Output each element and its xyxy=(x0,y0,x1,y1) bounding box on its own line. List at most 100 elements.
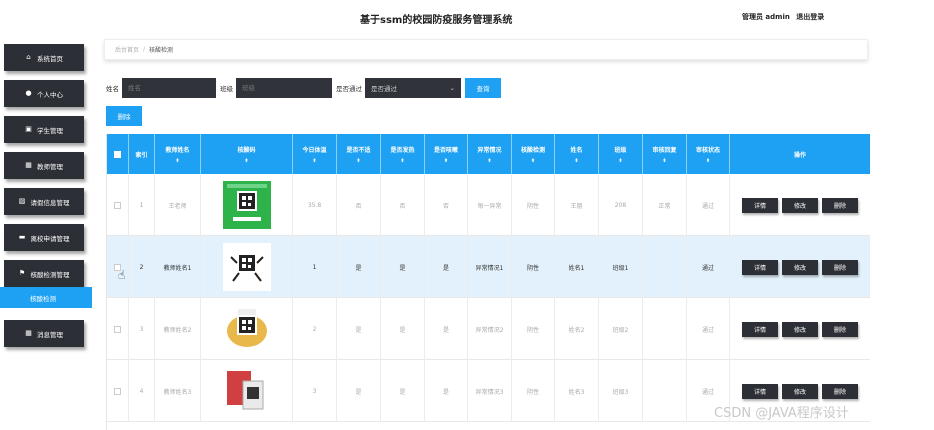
row-checkbox[interactable] xyxy=(114,325,121,333)
cell-test: 阴性 xyxy=(512,236,555,298)
sidebar-item-nucleic[interactable]: ⚑ 核酸检测管理 xyxy=(4,260,84,287)
cell-fever: 是 xyxy=(381,298,425,360)
breadcrumb: 后台首页 / 核酸检测 xyxy=(104,39,868,60)
actions-cell: 详情 修改 删除 xyxy=(730,298,870,360)
cell-discomfort: 是 xyxy=(337,298,381,360)
column-header-label: 教师姓名 xyxy=(165,146,190,154)
edit-button[interactable]: 修改 xyxy=(782,259,818,275)
detail-button[interactable]: 详情 xyxy=(742,321,778,337)
sort-icon[interactable]: ⬍ xyxy=(531,158,535,164)
qr-code-image[interactable] xyxy=(222,181,271,229)
sidebar-item-profile[interactable]: ● 个人中心 xyxy=(4,80,84,107)
chevron-down-icon: ⌄ xyxy=(449,84,455,92)
sidebar-item-messages[interactable]: ▦ 消息管理 xyxy=(4,320,84,347)
admin-label: 管理员 admin xyxy=(742,13,790,21)
select-all-checkbox[interactable] xyxy=(114,150,121,158)
delete-row-button[interactable]: 删除 xyxy=(822,259,858,275)
user-icon: ● xyxy=(25,89,32,97)
sidebar-item-label: 核酸检测管理 xyxy=(30,270,70,279)
delete-row-button[interactable]: 删除 xyxy=(822,383,858,399)
cell-temp: 3 xyxy=(293,360,337,422)
column-header[interactable]: 是否不适 ⬍ xyxy=(337,134,381,174)
briefcase-icon: ▨ xyxy=(18,197,26,205)
cell-discomfort: 是 xyxy=(337,360,381,422)
sidebar-item-students[interactable]: ▣ 学生管理 xyxy=(4,116,84,143)
column-header-label: 姓名 xyxy=(570,146,583,154)
name-label: 姓名 xyxy=(106,85,119,93)
cell-abnormal: 每一异常 xyxy=(468,174,512,236)
sidebar-item-teachers[interactable]: ▦ 教师管理 xyxy=(4,152,84,179)
logout-link[interactable]: 退出登录 xyxy=(796,13,824,21)
column-header[interactable]: 今日体温 ⬍ xyxy=(293,134,337,174)
qr-code-cell xyxy=(201,174,293,236)
sidebar-item-label: 个人中心 xyxy=(37,90,63,99)
sort-icon[interactable]: ⬍ xyxy=(444,158,448,164)
column-header[interactable]: 核酸检测 ⬍ xyxy=(512,134,555,174)
delete-button[interactable]: 删除 xyxy=(106,106,142,126)
sort-icon[interactable]: ⬍ xyxy=(400,158,404,164)
sort-icon[interactable]: ⬍ xyxy=(175,158,179,164)
column-header-label: 审核状态 xyxy=(695,146,720,154)
qr-code-image[interactable] xyxy=(222,243,271,291)
sort-icon[interactable]: ⬍ xyxy=(574,158,578,164)
detail-button[interactable]: 详情 xyxy=(742,197,778,213)
column-header[interactable]: 异常情况 ⬍ xyxy=(468,134,512,174)
qr-code-image[interactable] xyxy=(222,305,271,353)
pass-select[interactable]: 是否通过 ⌄ xyxy=(365,78,461,98)
sidebar-item-home[interactable]: ⌂ 系统首页 xyxy=(4,44,84,71)
sidebar-item-leave[interactable]: ▨ 请假信息管理 xyxy=(4,188,84,215)
qr-code-image[interactable] xyxy=(222,367,271,415)
admin-info: 管理员 admin 退出登录 xyxy=(742,12,828,22)
breadcrumb-current: 核酸检测 xyxy=(149,47,174,54)
column-header[interactable]: 教师姓名 ⬍ xyxy=(155,134,201,174)
sidebar-item-label: 系统首页 xyxy=(37,54,63,63)
sidebar-item-label: 学生管理 xyxy=(37,126,63,135)
column-header[interactable]: 姓名 ⬍ xyxy=(555,134,599,174)
column-header[interactable]: 审核状态 ⬍ xyxy=(687,134,730,174)
cell-abnormal: 异常情况1 xyxy=(468,236,512,298)
row-select-cell xyxy=(107,360,129,422)
detail-button[interactable]: 详情 xyxy=(742,259,778,275)
cell-fever: 是 xyxy=(381,360,425,422)
cell-temp: 35.8 xyxy=(293,174,337,236)
sort-icon[interactable]: ⬍ xyxy=(662,158,666,164)
cell-class: 班级3 xyxy=(599,360,643,422)
class-input[interactable] xyxy=(236,78,332,98)
sort-icon[interactable]: ⬍ xyxy=(706,158,710,164)
cell-fever: 否 xyxy=(381,174,425,236)
sidebar-subitem-nucleic-test[interactable]: 核酸检测 xyxy=(0,287,92,308)
cell-teacher: 教师姓名3 xyxy=(155,360,201,422)
table-header: 索引 教师姓名 ⬍ 核酸码 ⬍ 今日体温 ⬍ 是否不适 ⬍ 是否发热 ⬍ 是否咳嗽 ⬍ 异常情况 ⬍ 核酸检测… xyxy=(107,134,870,174)
column-header[interactable]: 班级 ⬍ xyxy=(599,134,643,174)
cell-test: 阴性 xyxy=(512,174,555,236)
column-header[interactable]: 核酸码 ⬍ xyxy=(201,134,293,174)
table-row[interactable]: 3 教师姓名2 2 是是是异常情况2 阴性 姓名2 班级2 通过 详情 修改 删除 xyxy=(107,298,870,360)
cell-cough: 是 xyxy=(425,236,468,298)
edit-button[interactable]: 修改 xyxy=(782,197,818,213)
sort-icon[interactable]: ⬍ xyxy=(244,158,248,164)
breadcrumb-home[interactable]: 后台首页 xyxy=(115,45,139,54)
edit-button[interactable]: 修改 xyxy=(782,383,818,399)
row-checkbox[interactable] xyxy=(114,201,121,209)
column-header[interactable]: 是否发热 ⬍ xyxy=(381,134,425,174)
column-header[interactable]: 审核回复 ⬍ xyxy=(643,134,687,174)
edit-button[interactable]: 修改 xyxy=(782,321,818,337)
qr-code-cell xyxy=(201,360,293,422)
row-checkbox[interactable] xyxy=(114,387,121,395)
table-row[interactable]: 1 王老师 35.8 否否否每一异常 阴性 王朋 208 正常 通过 详情 修改 删除 xyxy=(107,174,870,236)
sidebar-item-departure[interactable]: ▬ 离校申请管理 xyxy=(4,224,84,251)
sort-icon[interactable]: ⬍ xyxy=(356,158,360,164)
row-select-cell xyxy=(107,174,129,236)
delete-row-button[interactable]: 删除 xyxy=(822,197,858,213)
cell-discomfort: 是 xyxy=(337,236,381,298)
table-row[interactable]: 2 教师姓名1 1 是是是异常情况1 阴性 姓名1 班级1 通过 详情 修改 删除 xyxy=(107,236,870,298)
sort-icon[interactable]: ⬍ xyxy=(312,158,316,164)
sort-icon[interactable]: ⬍ xyxy=(487,158,491,164)
detail-button[interactable]: 详情 xyxy=(742,383,778,399)
sort-icon[interactable]: ⬍ xyxy=(618,158,622,164)
search-button[interactable]: 查询 xyxy=(465,78,501,98)
name-input[interactable] xyxy=(122,78,216,98)
column-header[interactable]: 是否咳嗽 ⬍ xyxy=(425,134,468,174)
row-actions: 详情 修改 删除 xyxy=(740,321,860,337)
delete-row-button[interactable]: 删除 xyxy=(822,321,858,337)
